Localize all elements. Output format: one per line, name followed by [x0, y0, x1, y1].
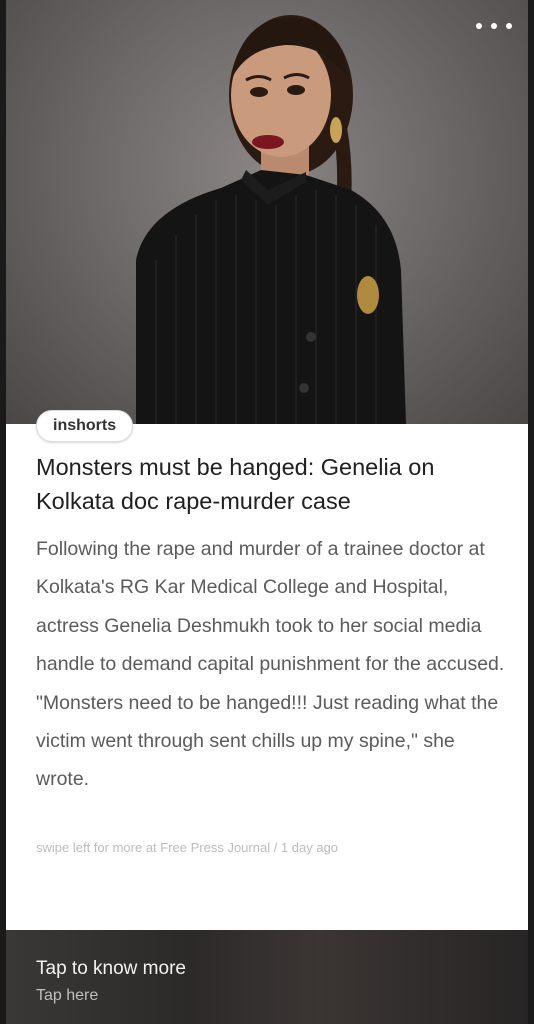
know-more-bar[interactable]: Tap to know more Tap here: [6, 930, 528, 1024]
dot: [506, 23, 512, 29]
know-more-title: Tap to know more: [36, 958, 186, 979]
more-options-icon[interactable]: [476, 16, 512, 36]
know-more-subtitle: Tap here: [36, 987, 99, 1004]
article-headline: Monsters must be hanged: Genelia on Kolk…: [36, 454, 435, 514]
photo-illustration: [136, 15, 406, 424]
news-card[interactable]: inshorts Monsters must be hanged: Geneli…: [6, 0, 528, 1024]
article-body: Following the rape and murder of a train…: [36, 538, 505, 791]
article-content: inshorts Monsters must be hanged: Geneli…: [6, 410, 528, 930]
dot: [476, 23, 482, 29]
brand-badge: inshorts: [36, 410, 134, 442]
article-source-meta[interactable]: swipe left for more at Free Press Journa…: [36, 840, 506, 855]
article-photo: [6, 0, 528, 424]
dot: [491, 23, 497, 29]
